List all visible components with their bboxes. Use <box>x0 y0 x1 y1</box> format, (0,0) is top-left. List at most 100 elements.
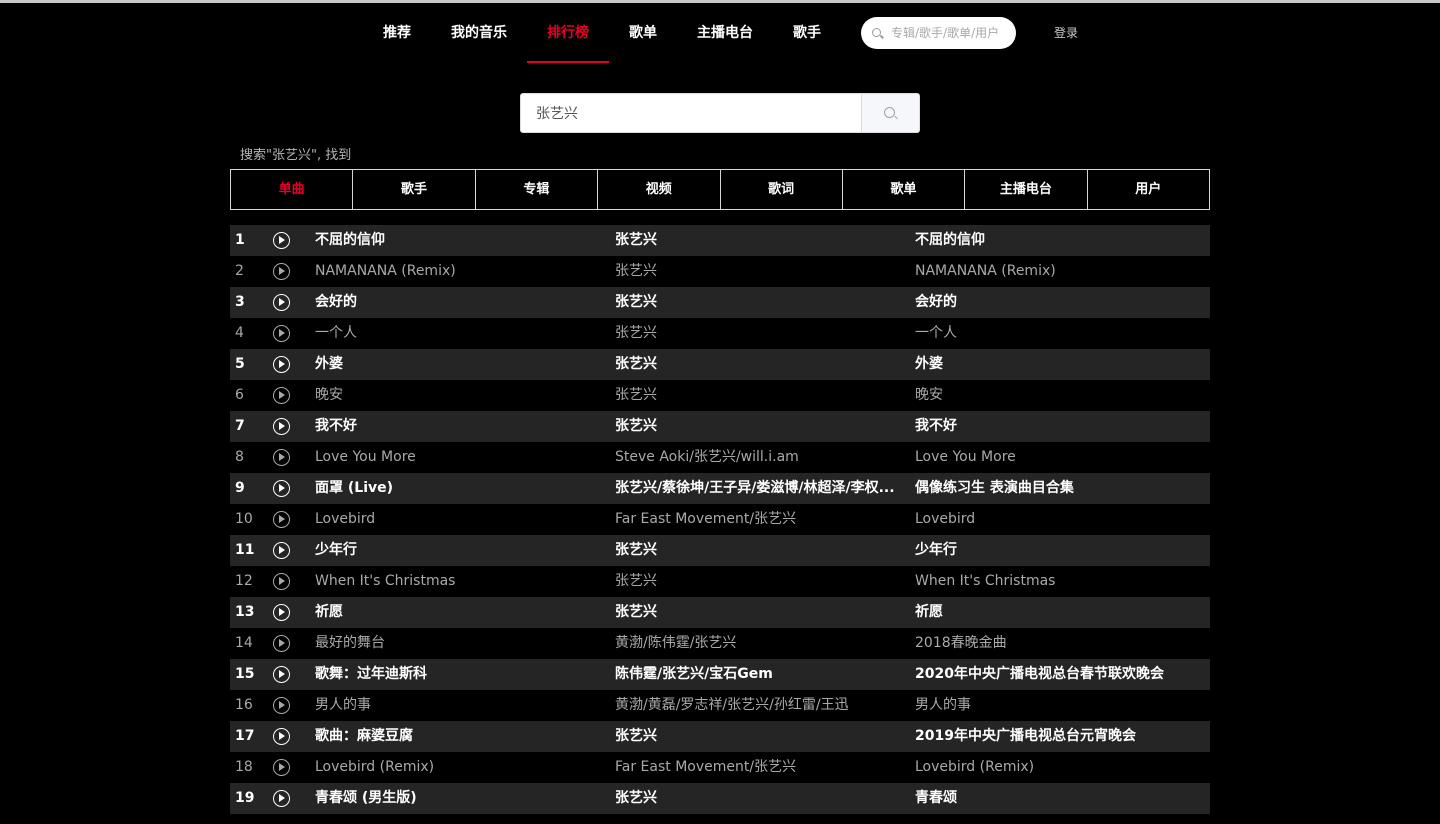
tab-albums[interactable]: 专辑 <box>474 170 597 209</box>
play-circle-icon[interactable] <box>273 790 290 807</box>
nav-item-recommend[interactable]: 推荐 <box>383 3 411 63</box>
song-album[interactable]: 2019年中央广播电视总台元宵晚会 <box>915 721 1205 752</box>
tab-users[interactable]: 用户 <box>1086 170 1209 209</box>
song-artist[interactable]: 张艺兴 <box>615 225 905 256</box>
song-artist[interactable]: 张艺兴/蔡徐坤/王子异/娄滋博/林超泽/李权... <box>615 473 905 504</box>
song-album[interactable]: 一个人 <box>915 318 1205 349</box>
song-index: 1 <box>235 232 245 248</box>
nav-item-playlists[interactable]: 歌单 <box>629 3 657 63</box>
play-circle-icon[interactable] <box>273 232 290 249</box>
song-artist[interactable]: Far East Movement/张艺兴 <box>615 752 905 783</box>
song-artist[interactable]: 张艺兴 <box>615 411 905 442</box>
song-name[interactable]: 青春颂 (男生版) <box>315 783 605 814</box>
play-circle-icon[interactable] <box>273 697 290 714</box>
song-name[interactable]: 一个人 <box>315 318 605 349</box>
nav-item-charts[interactable]: 排行榜 <box>527 3 609 63</box>
song-album[interactable]: 2018春晚金曲 <box>915 628 1205 659</box>
song-album[interactable]: 我不好 <box>915 411 1205 442</box>
song-album[interactable]: 不屈的信仰 <box>915 225 1205 256</box>
song-artist[interactable]: Far East Movement/张艺兴 <box>615 504 905 535</box>
song-album[interactable]: 青春颂 <box>915 783 1205 814</box>
song-artist[interactable]: 张艺兴 <box>615 318 905 349</box>
main-search-input[interactable] <box>536 94 856 132</box>
play-circle-icon[interactable] <box>273 480 290 497</box>
song-index: 17 <box>235 728 255 744</box>
song-name[interactable]: 会好的 <box>315 287 605 318</box>
tab-lyrics[interactable]: 歌词 <box>719 170 842 209</box>
song-name[interactable]: 面罩 (Live) <box>315 473 605 504</box>
song-artist[interactable]: 张艺兴 <box>615 256 905 287</box>
play-circle-icon[interactable] <box>273 604 290 621</box>
song-artist[interactable]: 张艺兴 <box>615 597 905 628</box>
tab-playlists[interactable]: 歌单 <box>841 170 964 209</box>
table-row: 9 面罩 (Live) 张艺兴/蔡徐坤/王子异/娄滋博/林超泽/李权... 偶像练习生… <box>230 473 1210 504</box>
tab-videos[interactable]: 视频 <box>597 170 719 209</box>
song-name[interactable]: 外婆 <box>315 349 605 380</box>
login-link[interactable]: 登录 <box>1054 3 1078 63</box>
tab-songs[interactable]: 单曲 <box>231 170 352 209</box>
song-artist[interactable]: 黄渤/黄磊/罗志祥/张艺兴/孙红雷/王迅 <box>615 690 905 721</box>
song-album[interactable]: 偶像练习生 表演曲目合集 <box>915 473 1205 504</box>
song-album[interactable]: 会好的 <box>915 287 1205 318</box>
tab-radio[interactable]: 主播电台 <box>964 170 1086 209</box>
song-album[interactable]: Love You More <box>915 442 1205 473</box>
song-album[interactable]: When It's Christmas <box>915 566 1205 597</box>
song-album[interactable]: 2020年中央广播电视总台春节联欢晚会 <box>915 659 1205 690</box>
table-row: 11 少年行 张艺兴 少年行 <box>230 535 1210 566</box>
song-name[interactable]: When It's Christmas <box>315 566 605 597</box>
song-name[interactable]: 祈愿 <box>315 597 605 628</box>
song-album[interactable]: NAMANANA (Remix) <box>915 256 1205 287</box>
song-index: 19 <box>235 790 255 806</box>
song-artist[interactable]: 张艺兴 <box>615 566 905 597</box>
song-album[interactable]: 祈愿 <box>915 597 1205 628</box>
nav-search-input[interactable] <box>891 17 1009 49</box>
nav-item-my-music[interactable]: 我的音乐 <box>451 3 507 63</box>
nav-item-radio[interactable]: 主播电台 <box>697 3 753 63</box>
song-artist[interactable]: Steve Aoki/张艺兴/will.i.am <box>615 442 905 473</box>
song-name[interactable]: NAMANANA (Remix) <box>315 256 605 287</box>
play-circle-icon[interactable] <box>273 728 290 745</box>
song-artist[interactable]: 陈伟霆/张艺兴/宝石Gem <box>615 659 905 690</box>
play-circle-icon[interactable] <box>273 449 290 466</box>
song-name[interactable]: 男人的事 <box>315 690 605 721</box>
play-circle-icon[interactable] <box>273 635 290 652</box>
song-album[interactable]: 晚安 <box>915 380 1205 411</box>
nav-item-artists[interactable]: 歌手 <box>793 3 821 63</box>
song-artist[interactable]: 黄渤/陈伟霆/张艺兴 <box>615 628 905 659</box>
play-circle-icon[interactable] <box>273 263 290 280</box>
song-name[interactable]: 不屈的信仰 <box>315 225 605 256</box>
song-name[interactable]: 最好的舞台 <box>315 628 605 659</box>
song-album[interactable]: 少年行 <box>915 535 1205 566</box>
song-album[interactable]: Lovebird (Remix) <box>915 752 1205 783</box>
song-name[interactable]: 少年行 <box>315 535 605 566</box>
song-name[interactable]: 晚安 <box>315 380 605 411</box>
play-circle-icon[interactable] <box>273 511 290 528</box>
song-album[interactable]: 外婆 <box>915 349 1205 380</box>
table-row: 17 歌曲：麻婆豆腐 张艺兴 2019年中央广播电视总台元宵晚会 <box>230 721 1210 752</box>
search-button[interactable] <box>861 94 919 132</box>
play-circle-icon[interactable] <box>273 542 290 559</box>
song-name[interactable]: Love You More <box>315 442 605 473</box>
song-name[interactable]: 歌曲：麻婆豆腐 <box>315 721 605 752</box>
song-artist[interactable]: 张艺兴 <box>615 380 905 411</box>
play-circle-icon[interactable] <box>273 325 290 342</box>
song-artist[interactable]: 张艺兴 <box>615 535 905 566</box>
play-circle-icon[interactable] <box>273 573 290 590</box>
song-album[interactable]: Lovebird <box>915 504 1205 535</box>
play-circle-icon[interactable] <box>273 418 290 435</box>
song-album[interactable]: 男人的事 <box>915 690 1205 721</box>
song-artist[interactable]: 张艺兴 <box>615 349 905 380</box>
song-artist[interactable]: 张艺兴 <box>615 783 905 814</box>
play-circle-icon[interactable] <box>273 356 290 373</box>
song-name[interactable]: 我不好 <box>315 411 605 442</box>
tab-artists[interactable]: 歌手 <box>352 170 474 209</box>
song-name[interactable]: Lovebird <box>315 504 605 535</box>
play-circle-icon[interactable] <box>273 666 290 683</box>
song-artist[interactable]: 张艺兴 <box>615 287 905 318</box>
song-name[interactable]: Lovebird (Remix) <box>315 752 605 783</box>
song-name[interactable]: 歌舞：过年迪斯科 <box>315 659 605 690</box>
play-circle-icon[interactable] <box>273 759 290 776</box>
play-circle-icon[interactable] <box>273 294 290 311</box>
play-circle-icon[interactable] <box>273 387 290 404</box>
song-artist[interactable]: 张艺兴 <box>615 721 905 752</box>
